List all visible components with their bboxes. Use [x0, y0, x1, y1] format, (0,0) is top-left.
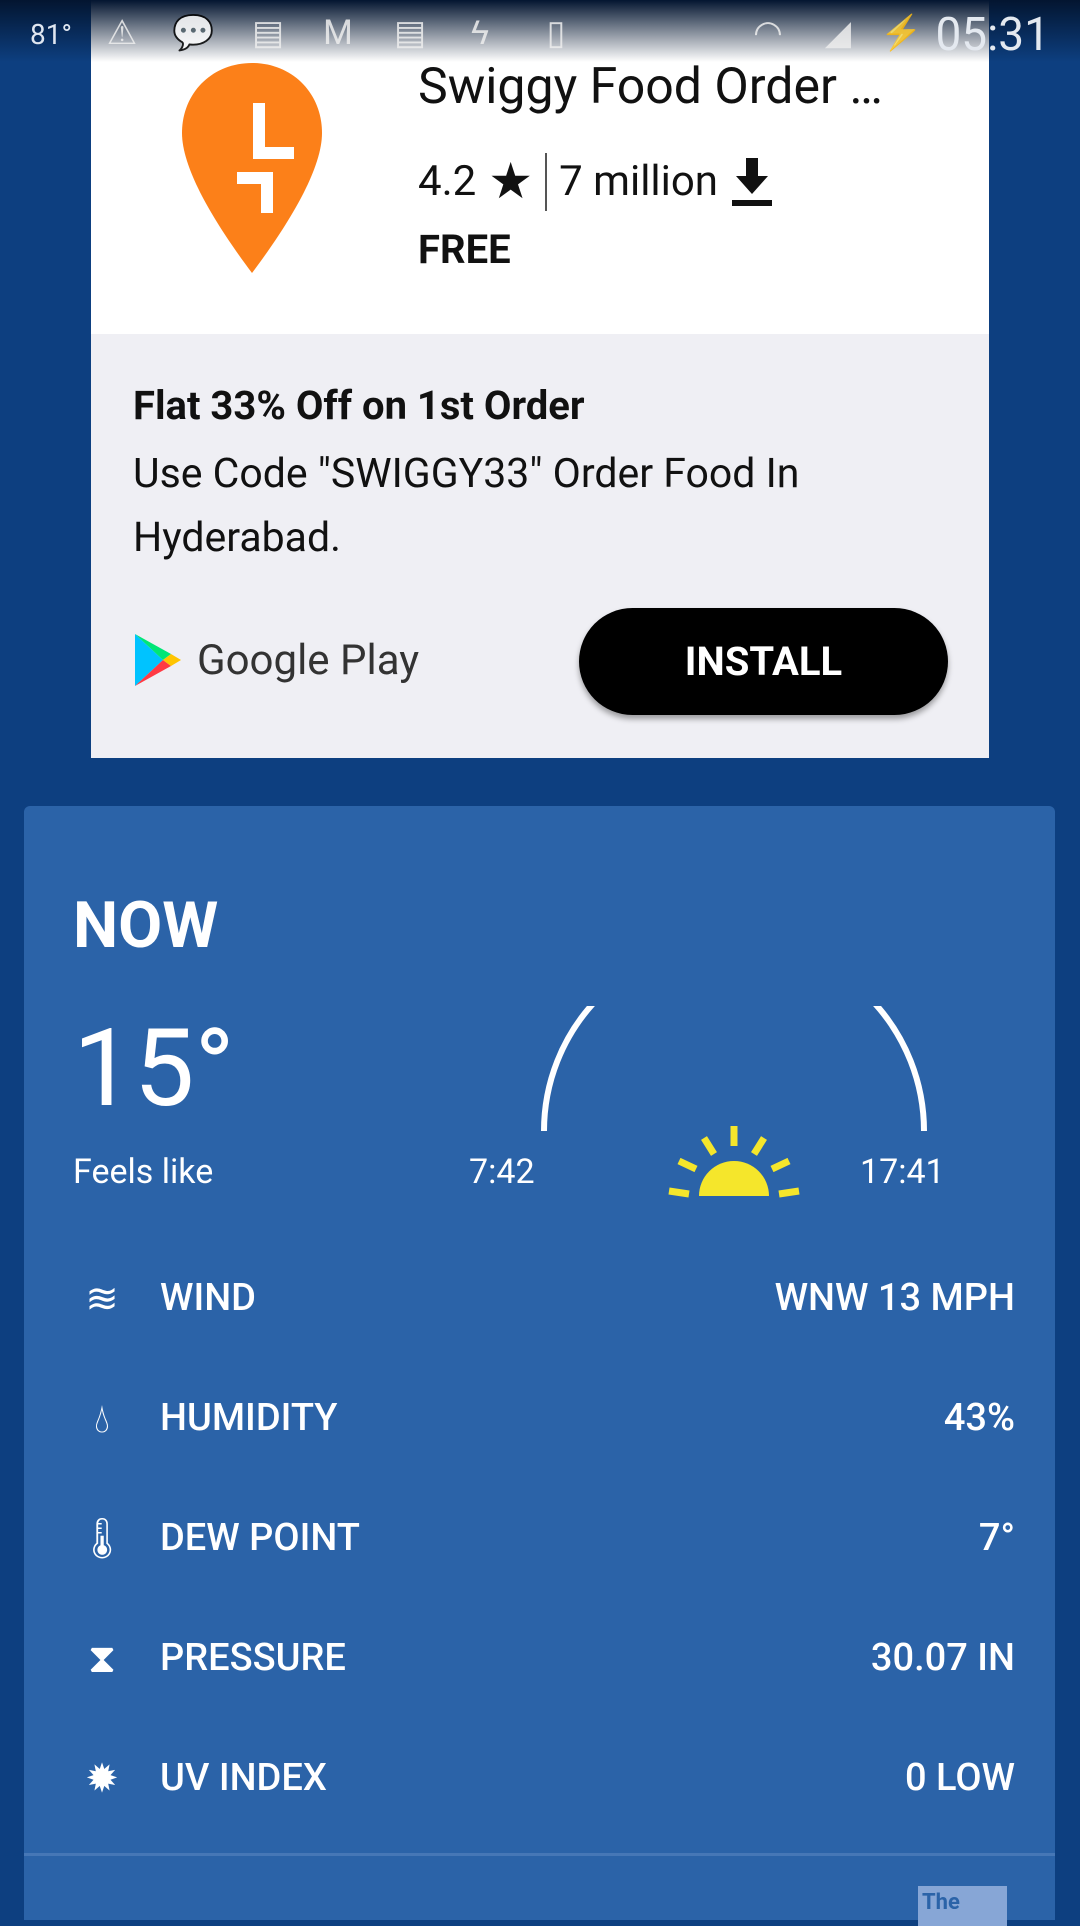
feels-like-label: Feels like: [73, 1152, 214, 1192]
store-name: Google Play: [197, 635, 420, 685]
ad-rating-row: 4.2 ★ 7 million: [418, 152, 774, 211]
pressure-icon: ⧗: [87, 1634, 117, 1682]
flash-icon: ϟ: [471, 13, 489, 53]
ad-description: Use Code "SWIGGY33" Order Food In Hydera…: [133, 450, 800, 562]
status-temperature: 81°: [30, 18, 72, 51]
detail-label: WIND: [160, 1276, 256, 1320]
sun-icon: [668, 1126, 800, 1198]
detail-value: 43%: [943, 1396, 1015, 1440]
sunrise-time: 7:42: [469, 1152, 535, 1192]
detail-row-humidity: 💧︎ HUMIDITY 43%: [24, 1378, 1055, 1458]
dew-point-icon: 🌡︎: [76, 1514, 128, 1562]
current-temperature: 15°: [73, 1006, 235, 1132]
google-play-icon: [135, 634, 181, 686]
weather-now-card: NOW 15° Feels like 7:42 17:41 ≋ WIND WNW…: [24, 806, 1055, 1926]
ad-banner[interactable]: Swiggy Food Order … 4.2 ★ 7 million FREE…: [91, 0, 989, 758]
chat-icon: 💬: [172, 13, 215, 53]
divider: [545, 152, 548, 211]
sun-path-arc: [541, 1006, 927, 1132]
provider-logo[interactable]: The: [918, 1886, 1007, 1926]
battery-charging-icon: ⚡: [880, 13, 923, 53]
status-time: 05:31: [935, 8, 1050, 62]
card-title: NOW: [73, 888, 219, 963]
warning-icon: ⚠: [106, 13, 138, 53]
swiggy-logo-icon: [182, 63, 322, 273]
wind-icon: ≋: [85, 1274, 119, 1322]
news-icon: ▤: [251, 13, 285, 53]
star-icon: ★: [488, 153, 534, 211]
detail-label: DEW POINT: [160, 1516, 360, 1560]
uv-index-icon: ✹: [85, 1754, 119, 1802]
status-bar: 81° ⚠ 💬 ▤ M ▤ ϟ ▯ ◠ ◢ ⚡ 05:31: [0, 0, 1080, 62]
phone-clock-icon: ▯: [546, 13, 566, 53]
divider: [24, 1853, 1055, 1856]
download-count: 7 million: [559, 157, 718, 206]
detail-row-dew-point: 🌡︎ DEW POINT 7°: [24, 1498, 1055, 1578]
sunset-time: 17:41: [860, 1152, 945, 1192]
detail-value: 7°: [978, 1516, 1015, 1560]
detail-value: 30.07 IN: [870, 1636, 1015, 1680]
detail-label: UV INDEX: [160, 1756, 327, 1800]
detail-value: WNW 13 MPH: [774, 1276, 1015, 1320]
detail-label: PRESSURE: [160, 1636, 346, 1680]
humidity-icon: 💧︎: [94, 1394, 110, 1442]
detail-row-wind: ≋ WIND WNW 13 MPH: [24, 1258, 1055, 1338]
wifi-icon: ◠: [753, 13, 783, 53]
ad-headline: Flat 33% Off on 1st Order: [133, 382, 585, 429]
detail-label: HUMIDITY: [160, 1396, 338, 1440]
ad-app-name: Swiggy Food Order …: [418, 58, 883, 116]
detail-row-pressure: ⧗ PRESSURE 30.07 IN: [24, 1618, 1055, 1698]
detail-row-uv-index: ✹ UV INDEX 0 LOW: [24, 1738, 1055, 1818]
gmail-icon: M: [323, 13, 353, 53]
google-play-badge: Google Play: [133, 632, 419, 688]
ad-price: FREE: [418, 226, 511, 273]
install-button[interactable]: INSTALL: [579, 608, 948, 715]
download-icon: [731, 157, 772, 206]
news-icon: ▤: [393, 13, 427, 53]
signal-icon: ◢: [824, 13, 852, 53]
rating-value: 4.2: [418, 157, 477, 206]
detail-value: 0 LOW: [905, 1756, 1015, 1800]
